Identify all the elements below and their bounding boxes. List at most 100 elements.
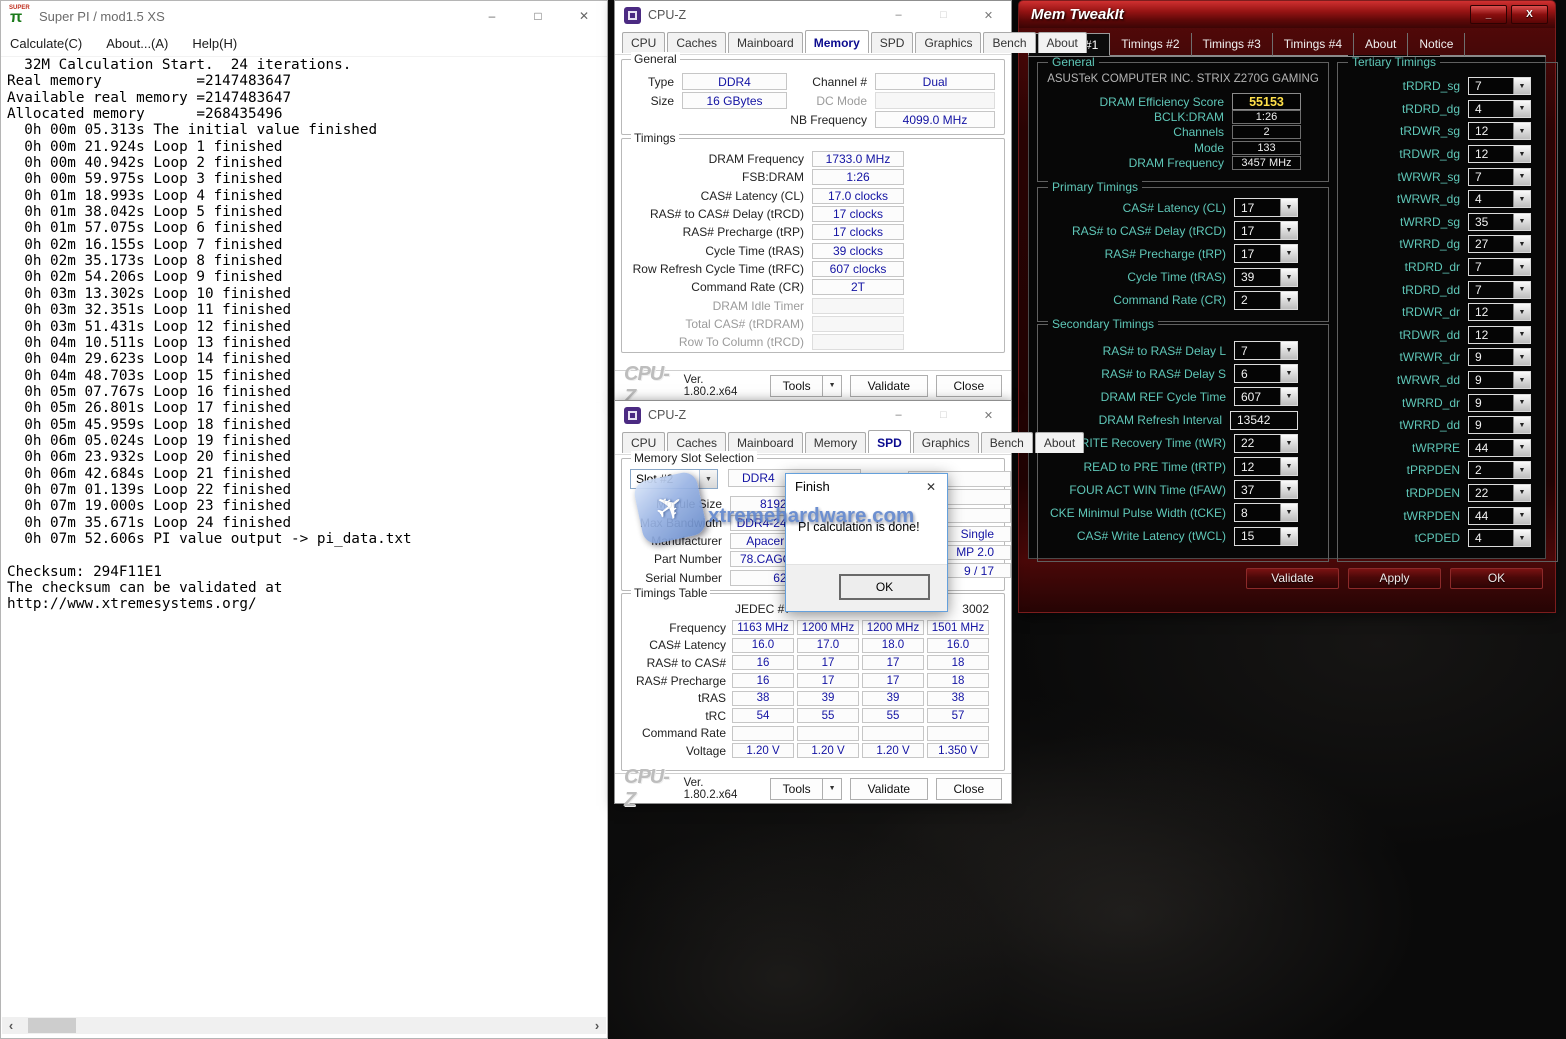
chevron-down-icon[interactable]: ▼ (1280, 245, 1297, 262)
chevron-down-icon[interactable]: ▼ (1513, 372, 1530, 388)
chevron-down-icon[interactable]: ▼ (1513, 236, 1530, 252)
timing-select[interactable]: 9 ▼ (1468, 348, 1531, 366)
chevron-down-icon[interactable]: ▼ (1280, 342, 1297, 359)
timing-select[interactable]: 6 ▼ (1234, 364, 1298, 383)
chevron-down-icon[interactable]: ▼ (1280, 458, 1297, 475)
tab[interactable]: Timings #3 (1192, 33, 1273, 56)
tab[interactable]: Bench (983, 32, 1035, 53)
chevron-down-icon[interactable]: ▼ (1280, 199, 1297, 216)
scroll-left-icon[interactable]: ‹ (2, 1018, 20, 1033)
chevron-down-icon[interactable]: ▼ (1513, 485, 1530, 501)
chevron-down-icon[interactable]: ▼ (1280, 292, 1297, 309)
timing-select[interactable]: 39 ▼ (1234, 268, 1298, 287)
tab[interactable]: SPD (871, 32, 914, 53)
tab[interactable]: Graphics (913, 432, 979, 453)
chevron-down-icon[interactable]: ▼ (1280, 435, 1297, 452)
chevron-down-icon[interactable]: ▼ (1513, 101, 1530, 117)
timing-select[interactable]: 7 ▼ (1468, 258, 1531, 276)
timing-select[interactable]: 12 ▼ (1468, 326, 1531, 344)
chevron-down-icon[interactable]: ▼ (822, 376, 841, 396)
chevron-down-icon[interactable]: ▼ (1513, 259, 1530, 275)
chevron-down-icon[interactable]: ▼ (1513, 78, 1530, 94)
tab[interactable]: About (1354, 33, 1408, 56)
timing-select[interactable]: 17 ▼ (1234, 244, 1298, 263)
tab[interactable]: About (1038, 32, 1087, 53)
chevron-down-icon[interactable]: ▼ (1513, 508, 1530, 524)
close-button[interactable]: Close (936, 375, 1002, 397)
timing-select[interactable]: 2 ▼ (1468, 461, 1531, 479)
timing-select[interactable]: 7 ▼ (1234, 341, 1298, 360)
timing-select[interactable]: 44 ▼ (1468, 439, 1531, 457)
tools-button[interactable]: Tools▼ (770, 375, 842, 397)
menu-item[interactable]: About...(A) (106, 36, 168, 51)
tab[interactable]: Caches (667, 32, 726, 53)
timing-select[interactable]: 607 ▼ (1234, 387, 1298, 406)
chevron-down-icon[interactable]: ▼ (1513, 349, 1530, 365)
timing-select[interactable]: 37 ▼ (1234, 480, 1298, 499)
validate-button[interactable]: Validate (850, 778, 927, 800)
tab[interactable]: Memory (805, 432, 866, 453)
maximize-icon[interactable]: □ (515, 1, 561, 31)
chevron-down-icon[interactable]: ▼ (1513, 191, 1530, 207)
minimize-icon[interactable]: – (876, 401, 921, 429)
chevron-down-icon[interactable]: ▼ (1513, 462, 1530, 478)
timing-select[interactable]: 22 ▼ (1234, 434, 1298, 453)
tab[interactable]: Notice (1408, 33, 1465, 56)
close-button[interactable]: Close (936, 778, 1002, 800)
timing-select[interactable]: 17 ▼ (1234, 198, 1298, 217)
tools-button[interactable]: Tools▼ (770, 778, 842, 800)
menu-item[interactable]: Calculate(C) (10, 36, 82, 51)
chevron-down-icon[interactable]: ▼ (1513, 417, 1530, 433)
timing-select[interactable]: 7 ▼ (1468, 281, 1531, 299)
close-icon[interactable]: ✕ (966, 1, 1011, 29)
timing-select[interactable]: 7 ▼ (1468, 168, 1531, 186)
timing-select[interactable]: 12 ▼ (1468, 122, 1531, 140)
timing-select[interactable]: 9 ▼ (1468, 416, 1531, 434)
close-icon[interactable]: ✕ (561, 1, 607, 31)
timing-select[interactable]: 12 ▼ (1234, 457, 1298, 476)
timing-select[interactable]: 44 ▼ (1468, 507, 1531, 525)
tab[interactable]: Caches (667, 432, 726, 453)
tab[interactable]: CPU (622, 32, 665, 53)
chevron-down-icon[interactable]: ▼ (1513, 123, 1530, 139)
chevron-down-icon[interactable]: ▼ (699, 470, 717, 488)
chevron-down-icon[interactable]: ▼ (1280, 269, 1297, 286)
chevron-down-icon[interactable]: ▼ (1280, 365, 1297, 382)
menu-item[interactable]: Help(H) (192, 36, 237, 51)
validate-button[interactable]: Validate (850, 375, 927, 397)
ok-button[interactable]: OK (839, 574, 930, 600)
minimize-icon[interactable]: – (876, 1, 921, 29)
timing-select[interactable]: 15 ▼ (1234, 527, 1298, 546)
close-icon[interactable]: X (1511, 5, 1548, 24)
chevron-down-icon[interactable]: ▼ (1280, 222, 1297, 239)
timing-select[interactable]: 9 ▼ (1468, 394, 1531, 412)
timing-select[interactable]: 8 ▼ (1234, 503, 1298, 522)
chevron-down-icon[interactable]: ▼ (1513, 304, 1530, 320)
timing-select[interactable]: 35 ▼ (1468, 213, 1531, 231)
timing-select[interactable]: 13542 ▼ (1230, 411, 1298, 430)
chevron-down-icon[interactable]: ▼ (1280, 481, 1297, 498)
timing-select[interactable]: 27 ▼ (1468, 235, 1531, 253)
chevron-down-icon[interactable]: ▼ (1513, 327, 1530, 343)
timing-select[interactable]: 9 ▼ (1468, 371, 1531, 389)
tab[interactable]: Timings #4 (1273, 33, 1354, 56)
tab[interactable]: Memory (805, 30, 869, 53)
timing-select[interactable]: 12 ▼ (1468, 145, 1531, 163)
apply-button[interactable]: Apply (1348, 568, 1441, 589)
timing-select[interactable]: 12 ▼ (1468, 303, 1531, 321)
tab[interactable]: Mainboard (728, 432, 803, 453)
tab[interactable]: CPU (622, 432, 665, 453)
timing-select[interactable]: 7 ▼ (1468, 77, 1531, 95)
chevron-down-icon[interactable]: ▼ (1280, 504, 1297, 521)
timing-select[interactable]: 2 ▼ (1234, 291, 1298, 310)
validate-button[interactable]: Validate (1246, 568, 1339, 589)
scrollbar-thumb[interactable] (28, 1018, 76, 1033)
ok-button[interactable]: OK (1450, 568, 1543, 589)
timing-select[interactable]: 4 ▼ (1468, 529, 1531, 547)
minimize-icon[interactable]: _ (1470, 5, 1507, 24)
chevron-down-icon[interactable]: ▼ (1513, 146, 1530, 162)
slot-select[interactable]: Slot #2 ▼ (630, 469, 718, 489)
chevron-down-icon[interactable]: ▼ (1513, 214, 1530, 230)
tab[interactable]: Graphics (915, 32, 981, 53)
close-icon[interactable]: ✕ (915, 474, 947, 499)
